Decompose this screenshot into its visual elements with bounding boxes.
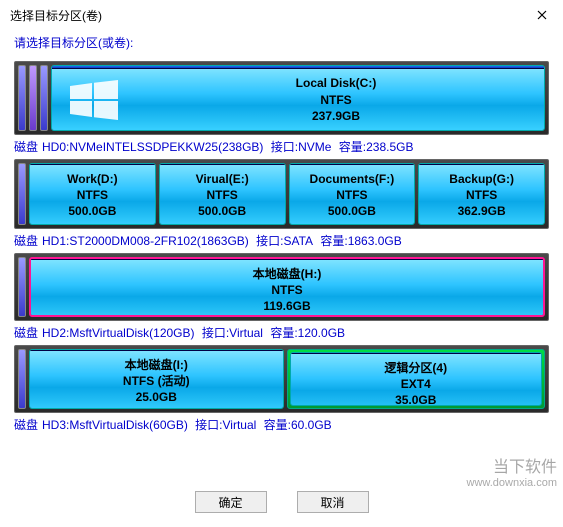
disk-group: Work(D:)NTFS500.0GBVirual(E:)NTFS500.0GB… [14, 159, 549, 249]
prompt-text: 请选择目标分区(或卷): [14, 34, 549, 51]
disk-model: HD1:ST2000DM008-2FR102(1863GB) [42, 234, 249, 248]
iface-label: 接口:Virtual [202, 326, 263, 340]
partition-fs: NTFS [336, 187, 367, 203]
partition[interactable]: Backup(G:)NTFS362.9GB [418, 163, 545, 225]
reserved-stub [29, 65, 37, 131]
partition-name: Backup(G:) [449, 171, 514, 187]
disk-visual: Local Disk(C:)NTFS237.9GB [14, 61, 549, 135]
partition-name: 本地磁盘(H:) [253, 266, 322, 282]
disk-visual: 本地磁盘(H:)NTFS119.6GB [14, 253, 549, 321]
partition[interactable]: 本地磁盘(I:)NTFS (活动)25.0GB [29, 349, 284, 409]
partition-fs: EXT4 [401, 376, 431, 392]
partition-body: 本地磁盘(I:)NTFS (活动)25.0GB [30, 351, 283, 409]
watermark-line1: 当下软件 [467, 453, 557, 477]
reserved-stub [40, 65, 48, 131]
partition-name: Local Disk(C:) [296, 75, 377, 91]
ok-button[interactable]: 确定 [195, 491, 267, 513]
dialog-window: 选择目标分区(卷) 请选择目标分区(或卷): Local Disk(C:)NTF… [0, 0, 563, 527]
disk-visual: Work(D:)NTFS500.0GBVirual(E:)NTFS500.0GB… [14, 159, 549, 229]
partition[interactable]: Local Disk(C:)NTFS237.9GB [51, 65, 545, 131]
iface-label: 接口:SATA [256, 234, 313, 248]
partition-name: 逻辑分区(4) [384, 360, 447, 376]
disk-model: HD2:MsftVirtualDisk(120GB) [42, 326, 194, 340]
disk-info: 磁盘HD2:MsftVirtualDisk(120GB) 接口:Virtual … [14, 324, 549, 341]
disk-label: 磁盘 [14, 326, 38, 340]
partition[interactable]: 逻辑分区(4)EXT435.0GB [290, 352, 543, 406]
partition-name: Virual(E:) [196, 171, 249, 187]
disk-model: HD3:MsftVirtualDisk(60GB) [42, 418, 188, 432]
partition-size: 500.0GB [68, 203, 116, 219]
watermark: 当下软件 www.downxia.com [467, 453, 557, 489]
windows-logo-icon [70, 80, 118, 120]
partition-name: 本地磁盘(I:) [125, 357, 188, 373]
iface-label: 接口:Virtual [195, 418, 256, 432]
watermark-line2: www.downxia.com [467, 477, 557, 489]
disks-container: Local Disk(C:)NTFS237.9GB磁盘HD0:NVMeINTEL… [14, 61, 549, 433]
reserved-stub [18, 257, 26, 317]
partition-body: 逻辑分区(4)EXT435.0GB [291, 354, 542, 406]
disk-label: 磁盘 [14, 234, 38, 248]
disk-label: 磁盘 [14, 418, 38, 432]
partition[interactable]: 本地磁盘(H:)NTFS119.6GB [29, 257, 545, 317]
cap-label: 容量:1863.0GB [320, 234, 401, 248]
disk-label: 磁盘 [14, 140, 38, 154]
close-icon [537, 10, 547, 20]
partition-fs: NTFS [206, 187, 237, 203]
partition-size: 362.9GB [458, 203, 506, 219]
partition-fs: NTFS (活动) [123, 373, 190, 389]
titlebar: 选择目标分区(卷) [0, 0, 563, 30]
disk-model: HD0:NVMeINTELSSDPEKKW25(238GB) [42, 140, 263, 154]
disk-visual: 本地磁盘(I:)NTFS (活动)25.0GB逻辑分区(4)EXT435.0GB [14, 345, 549, 413]
partition[interactable]: Work(D:)NTFS500.0GB [29, 163, 156, 225]
cap-label: 容量:238.5GB [339, 140, 414, 154]
disk-group: Local Disk(C:)NTFS237.9GB 磁盘 HD0:NVMeINTEL… [14, 61, 549, 155]
close-button[interactable] [529, 5, 555, 25]
reserved-stub [18, 65, 26, 131]
disk-info: 磁盘 HD1:ST2000DM008-2FR102(1863GB) 接口:SATA… [14, 232, 549, 249]
partition-size: 500.0GB [328, 203, 376, 219]
partition-body: 本地磁盘(H:)NTFS119.6GB [31, 260, 543, 317]
partition-size: 237.9GB [312, 108, 360, 124]
partition-fs: NTFS [271, 282, 302, 298]
reserved-stub [18, 349, 26, 409]
content-area: 请选择目标分区(或卷): Local Disk(C:)NTFS237.9GB磁盘… [0, 30, 563, 433]
disk-group: 本地磁盘(I:)NTFS (活动)25.0GB逻辑分区(4)EXT435.0GB… [14, 345, 549, 433]
partition-size: 25.0GB [136, 389, 177, 405]
partition-fs: NTFS [466, 187, 497, 203]
reserved-stub [18, 163, 26, 225]
cap-label: 容量:120.0GB [270, 326, 345, 340]
partition-size: 119.6GB [263, 298, 310, 314]
partition-fs: NTFS [77, 187, 108, 203]
partition-body: Virual(E:)NTFS500.0GB [160, 165, 285, 225]
window-title: 选择目标分区(卷) [10, 7, 529, 24]
partition-size: 500.0GB [198, 203, 246, 219]
extended-partition: 逻辑分区(4)EXT435.0GB [287, 349, 546, 409]
cancel-button[interactable]: 取消 [297, 491, 369, 513]
partition-body: Work(D:)NTFS500.0GB [30, 165, 155, 225]
iface-label: 接口:NVMe [271, 140, 332, 154]
disk-info: 磁盘 HD0:NVMeINTELSSDPEKKW25(238GB) 接口:NVMe… [14, 138, 549, 155]
partition-name: Documents(F:) [310, 171, 395, 187]
partition-body: Documents(F:)NTFS500.0GB [290, 165, 415, 225]
cap-label: 容量:60.0GB [264, 418, 332, 432]
partition-body: Local Disk(C:)NTFS237.9GB [52, 69, 544, 130]
partition-body: Backup(G:)NTFS362.9GB [419, 165, 544, 225]
partition-name: Work(D:) [67, 171, 117, 187]
footer: 确定 取消 [0, 491, 563, 513]
partition-fs: NTFS [320, 92, 351, 108]
partition[interactable]: Virual(E:)NTFS500.0GB [159, 163, 286, 225]
partition[interactable]: Documents(F:)NTFS500.0GB [289, 163, 416, 225]
disk-info: 磁盘 HD3:MsftVirtualDisk(60GB) 接口:Virtual 容… [14, 416, 549, 433]
partition-size: 35.0GB [395, 392, 436, 406]
disk-group: 本地磁盘(H:)NTFS119.6GB 磁盘 HD2:MsftVirtualDisk… [14, 253, 549, 341]
